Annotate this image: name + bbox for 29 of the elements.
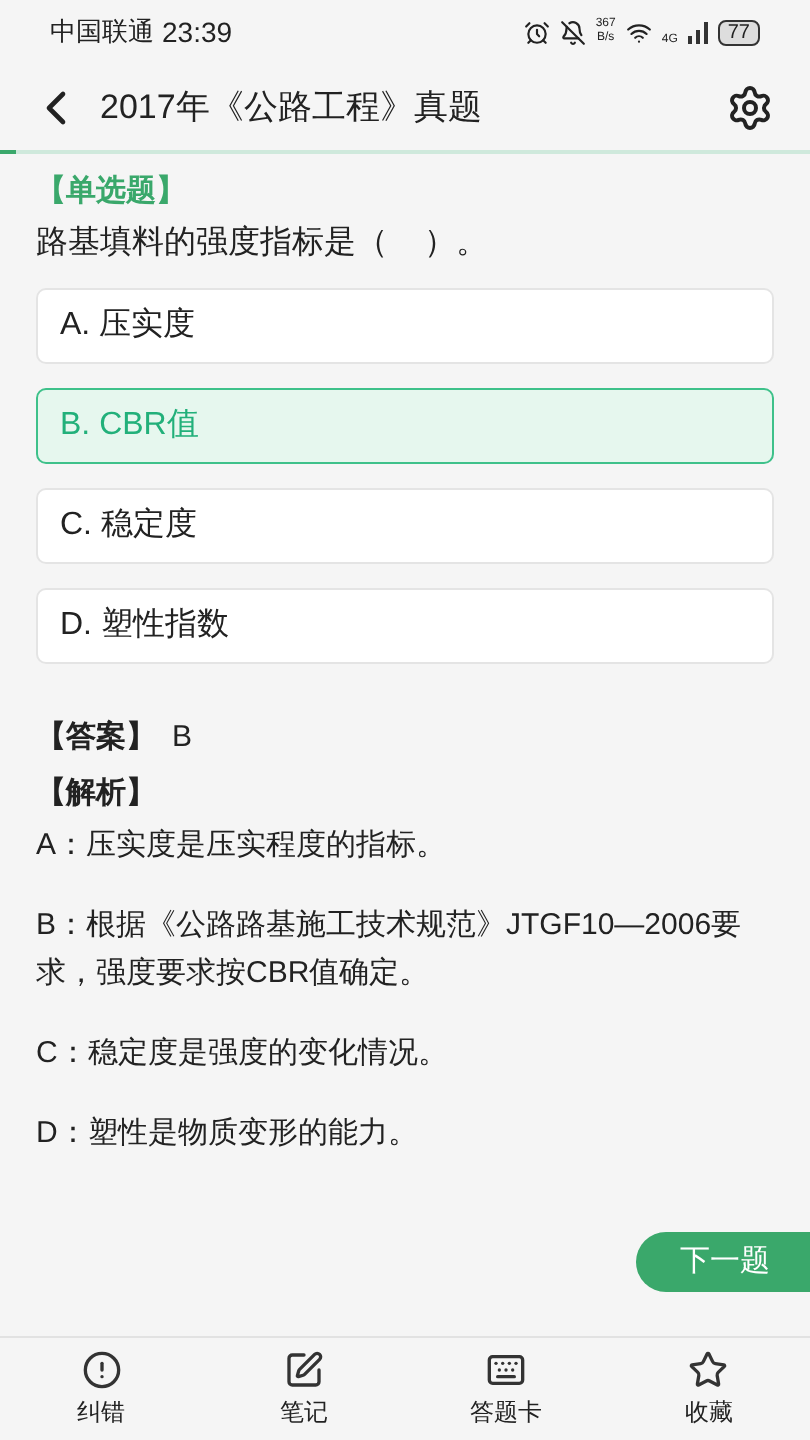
star-icon — [688, 1349, 729, 1389]
page-title: 2017年《公路工程》真题 — [100, 85, 484, 130]
signal-icon — [687, 21, 708, 43]
analysis-text: A：压实度是压实程度的指标。 — [36, 825, 449, 865]
question-type: 【单选题】 — [36, 172, 188, 212]
edit-icon — [283, 1349, 324, 1389]
settings-icon[interactable] — [726, 83, 774, 131]
analysis-text: B：根据《公路路基施工技术规范》JTGF10—2006要求，强度要求按CBR值确定。 — [36, 905, 744, 993]
analysis-text: C：稳定度是强度的变化情况。 — [36, 1033, 450, 1073]
nav-tab[interactable]: 笔记 — [202, 1349, 405, 1429]
analysis-label: 【解析】 — [36, 774, 158, 814]
option-button[interactable]: C. 稳定度 — [36, 487, 774, 563]
nav-tab[interactable]: 收藏 — [607, 1349, 810, 1429]
option-button[interactable]: A. 压实度 — [36, 287, 774, 363]
nav-tab[interactable]: 纠错 — [0, 1349, 203, 1429]
carrier-text: 中国联通 — [50, 14, 154, 51]
option-button[interactable]: D. 塑性指数 — [36, 587, 774, 663]
mute-icon — [559, 19, 586, 45]
battery-indicator: 77 — [717, 19, 760, 45]
wifi-icon — [625, 19, 652, 45]
alert-icon — [81, 1349, 122, 1389]
analysis-text: D：塑性是物质变形的能力。 — [36, 1113, 420, 1153]
answer-value: B — [172, 717, 193, 757]
question-text: 路基填料的强度指标是（ ）。 — [36, 223, 490, 263]
answer-label: 【答案】 — [36, 717, 156, 757]
nav-tab[interactable]: 答题卡 — [405, 1349, 608, 1429]
grid-icon — [486, 1349, 527, 1389]
clock-text: 23:39 — [162, 13, 233, 51]
alarm-icon — [523, 19, 550, 45]
